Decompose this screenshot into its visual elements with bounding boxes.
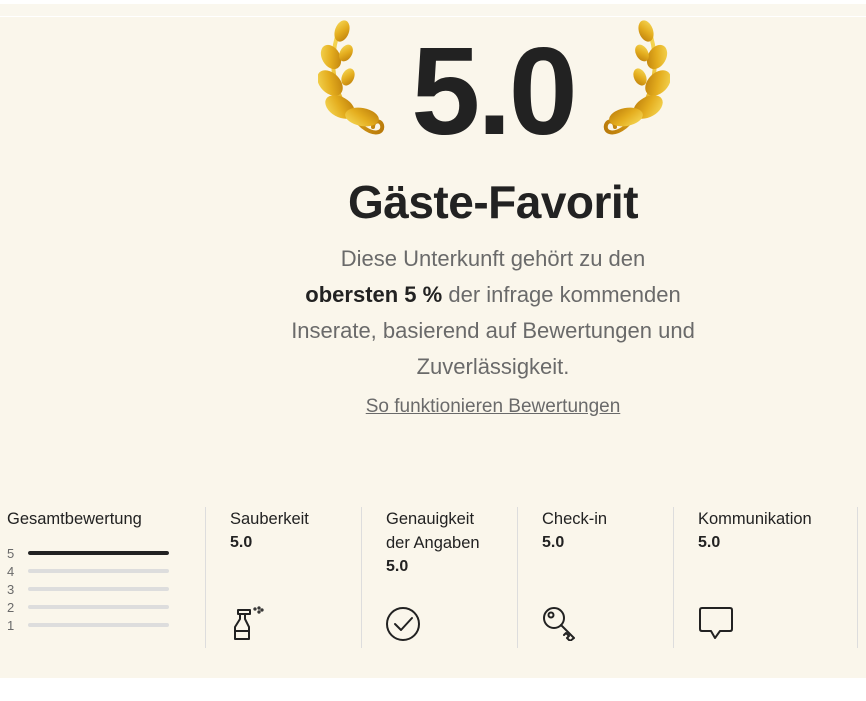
category-name: Genauigkeit der Angaben: [386, 510, 480, 552]
category-value: 5.0: [386, 558, 409, 575]
laurel-left-icon: [318, 20, 385, 135]
overall-rating-value: 5.0: [411, 23, 577, 161]
description-pre: Diese Unterkunft gehört zu den: [340, 246, 646, 271]
laurel-right-icon: [603, 20, 670, 135]
histogram-row: 2: [7, 599, 177, 617]
histogram-fill: [28, 551, 169, 555]
category-value: 5.0: [230, 534, 253, 551]
category-accuracy: Genauigkeit der Angaben 5.0: [386, 507, 518, 648]
guest-favorite-panel: 5.0 Gäste-Favorit Diese Unterkunft gehör…: [0, 17, 866, 678]
top-strip: [0, 4, 866, 16]
rating-histogram: 54321: [7, 545, 177, 635]
rating-hero: 5.0: [300, 17, 686, 192]
how-ratings-work-link[interactable]: So funktionieren Bewertungen: [280, 393, 706, 421]
histogram-star-label: 1: [7, 618, 15, 633]
category-communication: Kommunikation 5.0: [698, 507, 858, 648]
overall-rating-column: Gesamtbewertung 54321: [7, 507, 206, 648]
overall-rating-label: Gesamtbewertung: [7, 510, 142, 528]
category-checkin: Check-in 5.0: [542, 507, 674, 648]
histogram-track: [28, 569, 169, 573]
histogram-track: [28, 623, 169, 627]
description-highlight: obersten 5 %: [305, 282, 443, 307]
histogram-track: [28, 605, 169, 609]
category-value: 5.0: [698, 534, 721, 551]
category-name: Kommunikation: [698, 510, 812, 528]
spray-bottle-icon: [234, 606, 264, 640]
guest-favorite-title: Gäste-Favorit: [347, 176, 639, 228]
category-name: Check-in: [542, 510, 608, 528]
histogram-row: 5: [7, 545, 177, 563]
guest-favorite-description: Diese Unterkunft gehört zu den obersten 5…: [263, 241, 723, 385]
category-name: Sauberkeit: [230, 510, 309, 528]
histogram-row: 4: [7, 563, 177, 581]
check-circle-icon: [386, 607, 420, 641]
histogram-row: 1: [7, 617, 177, 635]
category-cleanliness: Sauberkeit 5.0: [230, 507, 362, 648]
histogram-track: [28, 551, 169, 555]
key-icon: [543, 607, 575, 641]
chat-bubble-icon: [699, 607, 733, 639]
category-value: 5.0: [542, 534, 565, 551]
histogram-row: 3: [7, 581, 177, 599]
histogram-track: [28, 587, 169, 591]
